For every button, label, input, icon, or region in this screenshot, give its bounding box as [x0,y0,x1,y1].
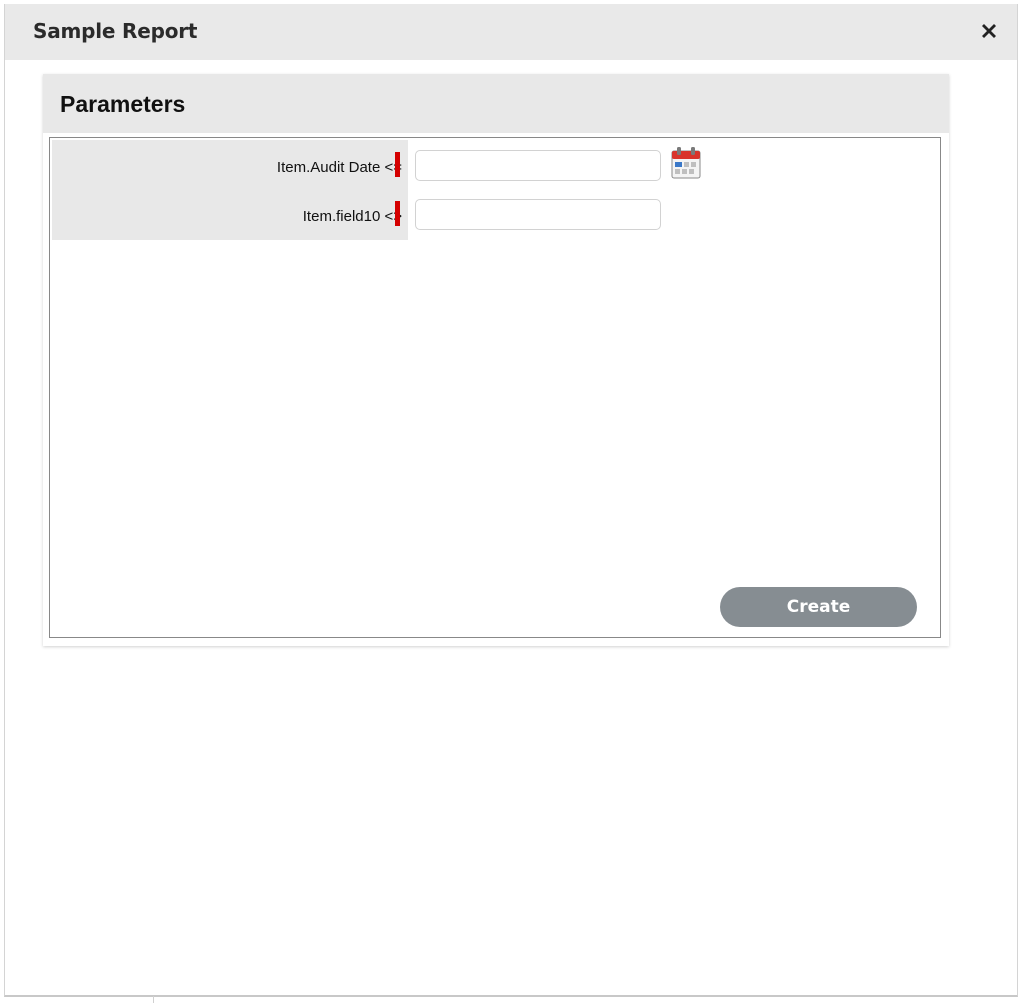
audit-date-label: Item.Audit Date <= [276,159,402,176]
scroll-divider [153,996,154,1003]
report-dialog: Sample Report Parameters Item.Audit Date… [4,4,1018,997]
panel-header: Parameters [43,74,949,133]
create-button[interactable]: Create [720,587,917,627]
parameter-row-field10: Item.field10 <> [50,195,940,243]
parameter-row-audit-date: Item.Audit Date <= [50,146,940,194]
close-button[interactable] [977,19,1001,43]
required-marker [395,201,400,226]
parameters-form: Item.Audit Date <= Item.field10 <> Creat… [49,137,941,638]
required-marker [395,152,400,177]
calendar-icon [671,147,701,179]
dialog-header: Sample Report [5,4,1017,60]
field10-label: Item.field10 <> [302,208,402,225]
close-icon [982,24,996,38]
panel-title: Parameters [60,91,186,117]
field10-input[interactable] [415,199,661,230]
audit-date-input[interactable] [415,150,661,181]
parameters-panel: Parameters Item.Audit Date <= Item.field… [43,74,949,646]
calendar-button[interactable] [670,146,702,180]
dialog-title: Sample Report [33,19,198,43]
